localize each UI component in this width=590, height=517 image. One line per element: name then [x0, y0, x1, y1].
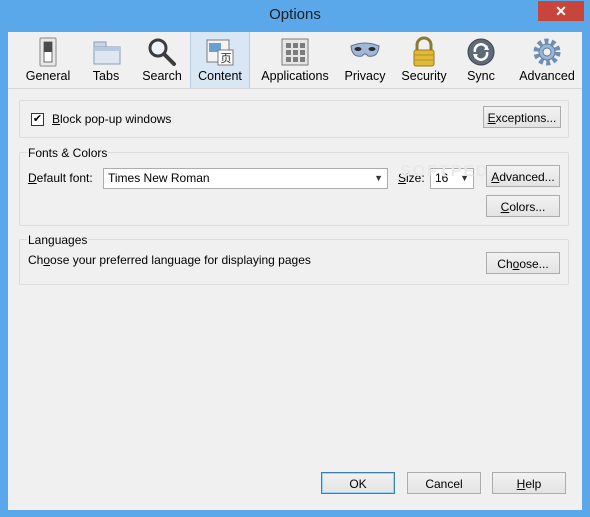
chevron-down-icon: ▼ [374, 173, 383, 183]
tab-tabs-label: Tabs [92, 69, 120, 83]
gear-icon [533, 38, 561, 66]
title-bar[interactable]: Options ✕ [0, 0, 590, 32]
content-page-icon: 页 [206, 39, 234, 66]
tab-search[interactable]: Search [136, 32, 188, 88]
sync-icon [467, 38, 495, 66]
light-switch-icon [39, 37, 57, 67]
languages-group: Languages Choose your preferred language… [19, 233, 569, 285]
svg-text:页: 页 [221, 52, 232, 65]
fonts-colors-group: Fonts & Colors Default font: Times New R… [19, 146, 569, 226]
tab-advanced[interactable]: Advanced [514, 32, 580, 88]
default-font-label: Default font: [28, 171, 93, 185]
advanced-fonts-button[interactable]: Advanced... [486, 165, 560, 187]
languages-description: Choose your preferred language for displ… [28, 253, 311, 267]
default-font-select[interactable]: Times New Roman ▼ [103, 168, 388, 189]
ok-button[interactable]: OK [321, 472, 395, 494]
exceptions-button[interactable]: Exceptions... [483, 106, 561, 128]
window-title: Options [269, 6, 321, 23]
colors-button[interactable]: Colors... [486, 195, 560, 217]
tab-content[interactable]: 页 Content [190, 32, 250, 88]
tab-search-label: Search [142, 69, 182, 83]
preferences-toolbar: General Tabs Search 页 Content Applicatio… [8, 32, 582, 89]
block-popups-checkbox[interactable]: ✔ [31, 113, 44, 126]
fonts-colors-legend: Fonts & Colors [27, 146, 109, 160]
help-button[interactable]: Help [492, 472, 566, 494]
popup-settings-group: ✔ Block pop-up windows Exceptions... [19, 100, 569, 138]
close-button[interactable]: ✕ [538, 1, 584, 21]
tab-applications-label: Applications [261, 69, 329, 83]
tab-security-label: Security [401, 69, 447, 83]
applications-icon [281, 38, 309, 66]
languages-legend: Languages [27, 233, 89, 247]
tab-sync-label: Sync [467, 69, 495, 83]
default-font-value: Times New Roman [108, 171, 210, 185]
options-window: Options ✕ General Tabs Search 页 Content … [0, 0, 590, 517]
tab-advanced-label: Advanced [519, 69, 575, 83]
block-popups-label[interactable]: Block pop-up windows [52, 112, 171, 126]
tab-general-label: General [25, 69, 71, 83]
tab-security[interactable]: Security [396, 32, 452, 88]
cancel-button[interactable]: Cancel [407, 472, 481, 494]
choose-language-button[interactable]: Choose... [486, 252, 560, 274]
magnifier-icon [148, 38, 176, 66]
tab-tabs[interactable]: Tabs [84, 32, 128, 88]
tab-general[interactable]: General [12, 32, 84, 88]
tab-privacy[interactable]: Privacy [340, 32, 390, 88]
mask-icon [350, 42, 380, 57]
checkmark-icon: ✔ [32, 113, 43, 125]
tab-sync[interactable]: Sync [458, 32, 504, 88]
folder-tabs-icon [93, 41, 121, 65]
tab-content-label: Content [198, 69, 242, 83]
options-content-area: General Tabs Search 页 Content Applicatio… [8, 32, 582, 510]
padlock-icon [413, 36, 435, 67]
tab-privacy-label: Privacy [344, 69, 386, 83]
tab-applications[interactable]: Applications [254, 32, 336, 88]
